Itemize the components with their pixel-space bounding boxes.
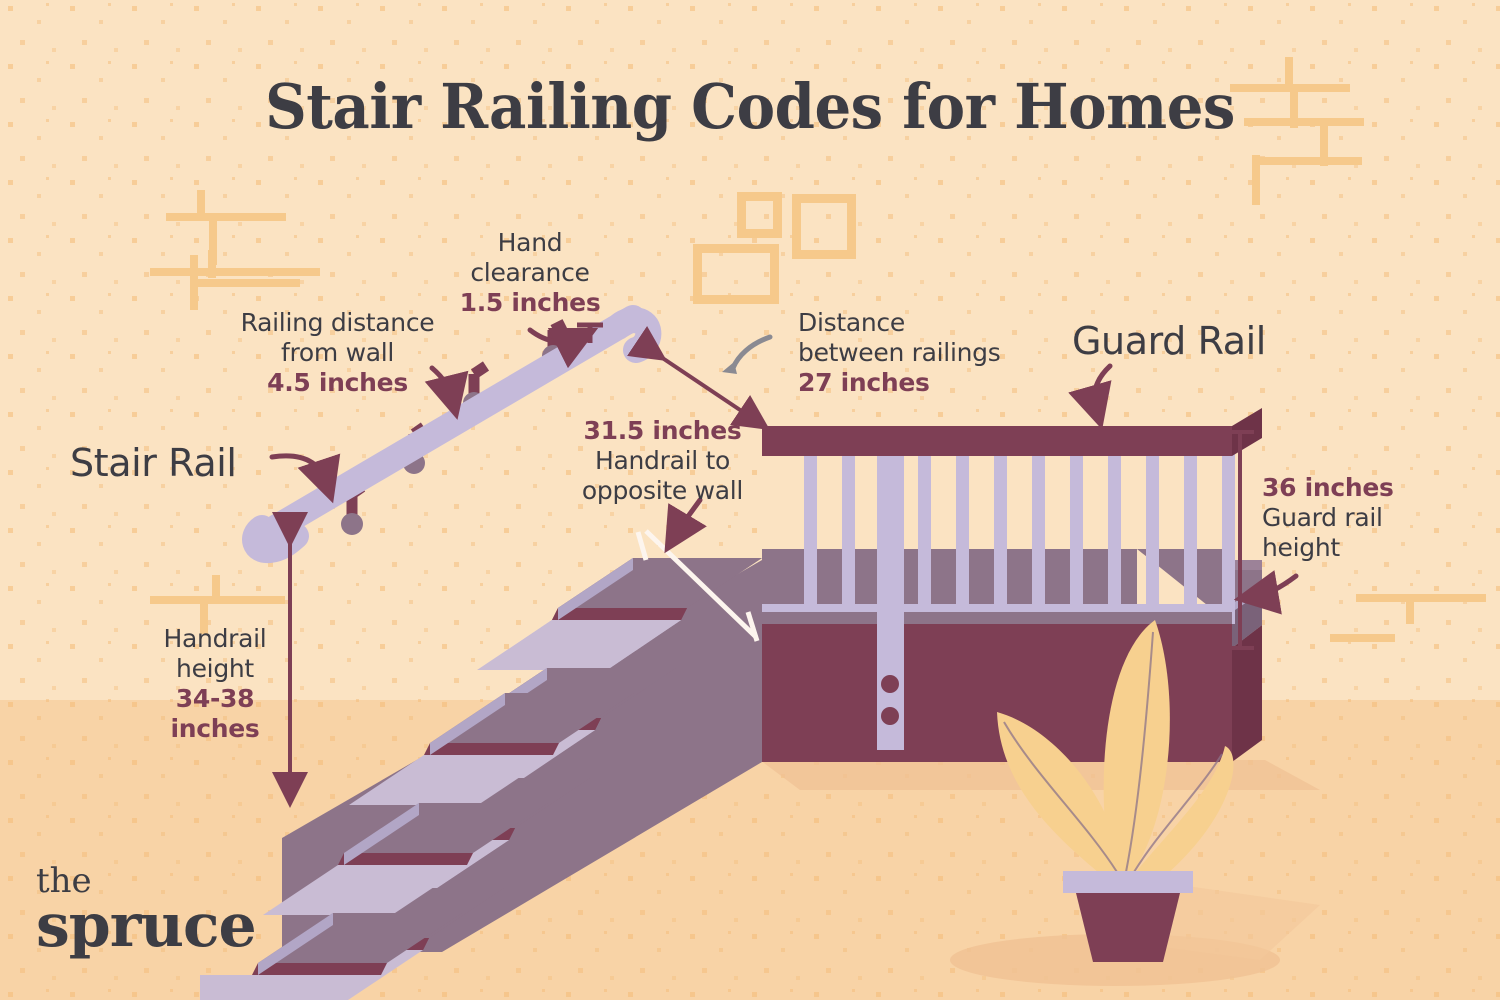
handrail-height-line-2: height <box>176 654 254 683</box>
label-railing-distance: Railing distance from wall 4.5 inches <box>220 308 455 398</box>
label-hand-clearance: Hand clearance 1.5 inches <box>455 228 605 318</box>
distance-between-railings-arrow <box>722 334 773 374</box>
hand-clearance-value: 1.5 inches <box>459 288 601 317</box>
label-guard-rail: Guard Rail <box>1072 319 1266 363</box>
label-stair-rail: Stair Rail <box>70 441 237 485</box>
handrail-opposite-line-2: opposite wall <box>581 476 744 505</box>
railing-distance-value: 4.5 inches <box>267 368 408 397</box>
handrail-opposite-dimension <box>627 326 770 431</box>
page-title: Stair Railing Codes for Homes <box>265 70 1235 143</box>
pot-rim <box>1063 871 1193 893</box>
hand-clearance-line-1: Hand <box>497 228 563 257</box>
handrail-opposite-line-1: Handrail to <box>594 446 731 475</box>
distance-between-line-2: between railings <box>798 338 1001 367</box>
handrail-opposite-value: 31.5 inches <box>583 416 742 445</box>
guard-rail-height-line-1: Guard rail <box>1262 503 1383 532</box>
distance-between-line-1: Distance <box>798 308 905 337</box>
staircase <box>201 558 762 1000</box>
deck-guard-rail <box>762 408 1262 762</box>
railing-distance-line-2: from wall <box>280 338 395 367</box>
infographic-canvas: Stair Railing Codes for Homes the spruce… <box>0 0 1500 1000</box>
handrail-height-value-2: inches <box>170 714 260 743</box>
label-guard-rail-height: 36 inches Guard rail height <box>1262 473 1462 563</box>
handrail-height-value-1: 34-38 <box>175 684 255 713</box>
pot-body <box>1076 893 1180 962</box>
handrail-height-line-1: Handrail <box>163 624 267 653</box>
distance-between-value: 27 inches <box>798 368 930 397</box>
label-handrail-height: Handrail height 34-38 inches <box>140 624 290 744</box>
logo: the spruce <box>36 864 257 961</box>
guard-rail-cap <box>762 408 1262 456</box>
guard-rail-height-value: 36 inches <box>1262 473 1394 502</box>
logo-line-2: spruce <box>36 891 257 961</box>
guard-rail-height-line-2: height <box>1262 533 1340 562</box>
label-handrail-opposite-wall: 31.5 inches Handrail to opposite wall <box>565 416 760 506</box>
label-distance-between-railings: Distance between railings 27 inches <box>798 308 1038 398</box>
railing-distance-line-1: Railing distance <box>240 308 435 337</box>
hand-clearance-line-2: clearance <box>470 258 590 287</box>
